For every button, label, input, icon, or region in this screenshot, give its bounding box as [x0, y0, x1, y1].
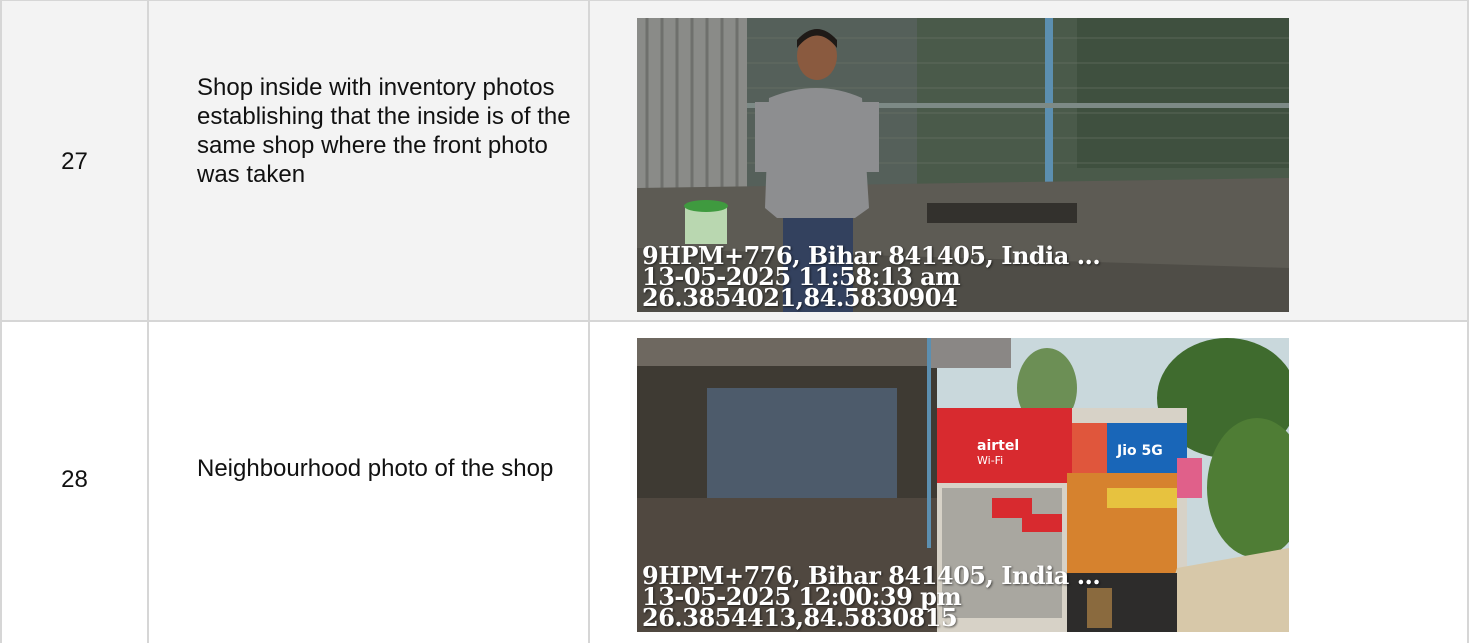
geotag-coordinates: 26.3854021,84.5830904 — [642, 283, 958, 312]
row-description: Neighbourhood photo of the shop — [197, 455, 554, 482]
inspection-table: 27 Shop inside with inventory photos est… — [0, 0, 1469, 643]
column-divider — [0, 0, 2, 643]
geotag-coordinates: 26.3854413,84.5830815 — [642, 603, 958, 632]
photo-geotag-stamp: 9HPM+776, Bihar 841405, India ... 13-05-… — [642, 564, 1101, 632]
svg-text:airtel: airtel — [977, 438, 1019, 454]
column-divider — [147, 0, 149, 643]
photo-geotag-stamp: 9HPM+776, Bihar 841405, India ... 13-05-… — [642, 244, 1101, 312]
column-divider — [588, 0, 590, 643]
shop-inside-photo: 9HPM+776, Bihar 841405, India ... 13-05-… — [637, 18, 1289, 312]
svg-text:Jio 5G: Jio 5G — [1116, 443, 1163, 459]
row-description: Shop inside with inventory photos establ… — [197, 74, 571, 188]
svg-text:Wi-Fi: Wi-Fi — [977, 454, 1003, 467]
row-number: 27 — [61, 148, 88, 175]
neighbourhood-photo: airtel Wi-Fi Jio 5G 9HPM+776, Bihar 8414… — [637, 338, 1289, 632]
row-number: 28 — [61, 466, 88, 493]
table-row: 28 Neighbourhood photo of the shop airte… — [0, 322, 1469, 643]
table-row: 27 Shop inside with inventory photos est… — [0, 0, 1469, 322]
